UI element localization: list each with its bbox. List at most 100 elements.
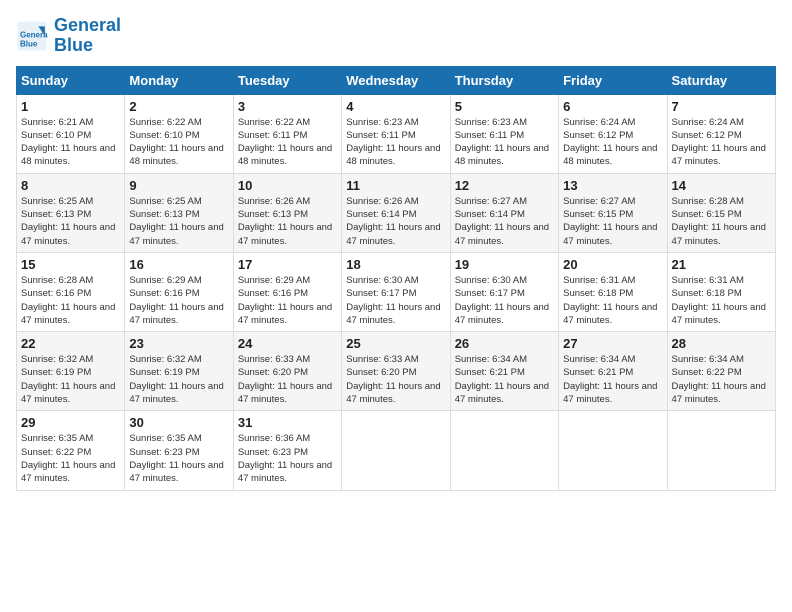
day-number: 15: [21, 257, 120, 272]
day-number: 18: [346, 257, 445, 272]
calendar-cell: 18 Sunrise: 6:30 AMSunset: 6:17 PMDaylig…: [342, 252, 450, 331]
calendar-cell: 6 Sunrise: 6:24 AMSunset: 6:12 PMDayligh…: [559, 94, 667, 173]
day-number: 22: [21, 336, 120, 351]
calendar-cell: 27 Sunrise: 6:34 AMSunset: 6:21 PMDaylig…: [559, 332, 667, 411]
calendar-cell: 13 Sunrise: 6:27 AMSunset: 6:15 PMDaylig…: [559, 173, 667, 252]
calendar-cell: 29 Sunrise: 6:35 AMSunset: 6:22 PMDaylig…: [17, 411, 125, 490]
day-info: Sunrise: 6:25 AMSunset: 6:13 PMDaylight:…: [21, 196, 115, 247]
calendar-cell: 7 Sunrise: 6:24 AMSunset: 6:12 PMDayligh…: [667, 94, 775, 173]
calendar-cell: 15 Sunrise: 6:28 AMSunset: 6:16 PMDaylig…: [17, 252, 125, 331]
day-number: 11: [346, 178, 445, 193]
day-number: 30: [129, 415, 228, 430]
calendar-table: SundayMondayTuesdayWednesdayThursdayFrid…: [16, 66, 776, 491]
weekday-header-wednesday: Wednesday: [342, 66, 450, 94]
calendar-week-row: 22 Sunrise: 6:32 AMSunset: 6:19 PMDaylig…: [17, 332, 776, 411]
calendar-cell: 16 Sunrise: 6:29 AMSunset: 6:16 PMDaylig…: [125, 252, 233, 331]
weekday-header-saturday: Saturday: [667, 66, 775, 94]
calendar-cell: 2 Sunrise: 6:22 AMSunset: 6:10 PMDayligh…: [125, 94, 233, 173]
day-info: Sunrise: 6:34 AMSunset: 6:21 PMDaylight:…: [563, 354, 657, 405]
calendar-cell: 8 Sunrise: 6:25 AMSunset: 6:13 PMDayligh…: [17, 173, 125, 252]
calendar-cell: 14 Sunrise: 6:28 AMSunset: 6:15 PMDaylig…: [667, 173, 775, 252]
calendar-cell: 11 Sunrise: 6:26 AMSunset: 6:14 PMDaylig…: [342, 173, 450, 252]
day-info: Sunrise: 6:26 AMSunset: 6:13 PMDaylight:…: [238, 196, 332, 247]
day-info: Sunrise: 6:31 AMSunset: 6:18 PMDaylight:…: [563, 275, 657, 326]
day-info: Sunrise: 6:29 AMSunset: 6:16 PMDaylight:…: [129, 275, 223, 326]
day-number: 19: [455, 257, 554, 272]
day-number: 13: [563, 178, 662, 193]
weekday-header-friday: Friday: [559, 66, 667, 94]
day-info: Sunrise: 6:25 AMSunset: 6:13 PMDaylight:…: [129, 196, 223, 247]
day-info: Sunrise: 6:33 AMSunset: 6:20 PMDaylight:…: [346, 354, 440, 405]
weekday-header-sunday: Sunday: [17, 66, 125, 94]
day-info: Sunrise: 6:35 AMSunset: 6:23 PMDaylight:…: [129, 433, 223, 484]
day-number: 21: [672, 257, 771, 272]
day-info: Sunrise: 6:34 AMSunset: 6:22 PMDaylight:…: [672, 354, 766, 405]
day-info: Sunrise: 6:22 AMSunset: 6:11 PMDaylight:…: [238, 117, 332, 168]
day-number: 24: [238, 336, 337, 351]
weekday-header-row: SundayMondayTuesdayWednesdayThursdayFrid…: [17, 66, 776, 94]
day-info: Sunrise: 6:26 AMSunset: 6:14 PMDaylight:…: [346, 196, 440, 247]
calendar-cell: 26 Sunrise: 6:34 AMSunset: 6:21 PMDaylig…: [450, 332, 558, 411]
calendar-week-row: 15 Sunrise: 6:28 AMSunset: 6:16 PMDaylig…: [17, 252, 776, 331]
day-number: 17: [238, 257, 337, 272]
day-number: 14: [672, 178, 771, 193]
calendar-week-row: 1 Sunrise: 6:21 AMSunset: 6:10 PMDayligh…: [17, 94, 776, 173]
logo: General Blue GeneralBlue: [16, 16, 121, 56]
calendar-cell: 3 Sunrise: 6:22 AMSunset: 6:11 PMDayligh…: [233, 94, 341, 173]
calendar-cell: 1 Sunrise: 6:21 AMSunset: 6:10 PMDayligh…: [17, 94, 125, 173]
calendar-cell: 23 Sunrise: 6:32 AMSunset: 6:19 PMDaylig…: [125, 332, 233, 411]
day-number: 16: [129, 257, 228, 272]
weekday-header-monday: Monday: [125, 66, 233, 94]
day-number: 3: [238, 99, 337, 114]
calendar-cell: 4 Sunrise: 6:23 AMSunset: 6:11 PMDayligh…: [342, 94, 450, 173]
day-info: Sunrise: 6:30 AMSunset: 6:17 PMDaylight:…: [455, 275, 549, 326]
calendar-cell: 19 Sunrise: 6:30 AMSunset: 6:17 PMDaylig…: [450, 252, 558, 331]
day-info: Sunrise: 6:36 AMSunset: 6:23 PMDaylight:…: [238, 433, 332, 484]
calendar-cell: [450, 411, 558, 490]
svg-text:Blue: Blue: [20, 39, 38, 48]
day-number: 10: [238, 178, 337, 193]
day-number: 2: [129, 99, 228, 114]
weekday-header-thursday: Thursday: [450, 66, 558, 94]
day-info: Sunrise: 6:34 AMSunset: 6:21 PMDaylight:…: [455, 354, 549, 405]
calendar-cell: 31 Sunrise: 6:36 AMSunset: 6:23 PMDaylig…: [233, 411, 341, 490]
calendar-cell: 10 Sunrise: 6:26 AMSunset: 6:13 PMDaylig…: [233, 173, 341, 252]
day-number: 27: [563, 336, 662, 351]
calendar-cell: 20 Sunrise: 6:31 AMSunset: 6:18 PMDaylig…: [559, 252, 667, 331]
calendar-cell: [559, 411, 667, 490]
page-container: General Blue GeneralBlue SundayMondayTue…: [0, 0, 792, 501]
calendar-cell: 12 Sunrise: 6:27 AMSunset: 6:14 PMDaylig…: [450, 173, 558, 252]
calendar-cell: 21 Sunrise: 6:31 AMSunset: 6:18 PMDaylig…: [667, 252, 775, 331]
day-number: 4: [346, 99, 445, 114]
day-info: Sunrise: 6:24 AMSunset: 6:12 PMDaylight:…: [563, 117, 657, 168]
day-number: 23: [129, 336, 228, 351]
calendar-cell: [342, 411, 450, 490]
day-info: Sunrise: 6:27 AMSunset: 6:15 PMDaylight:…: [563, 196, 657, 247]
calendar-cell: 22 Sunrise: 6:32 AMSunset: 6:19 PMDaylig…: [17, 332, 125, 411]
day-number: 29: [21, 415, 120, 430]
day-info: Sunrise: 6:23 AMSunset: 6:11 PMDaylight:…: [346, 117, 440, 168]
day-info: Sunrise: 6:23 AMSunset: 6:11 PMDaylight:…: [455, 117, 549, 168]
day-number: 1: [21, 99, 120, 114]
day-info: Sunrise: 6:21 AMSunset: 6:10 PMDaylight:…: [21, 117, 115, 168]
day-number: 7: [672, 99, 771, 114]
day-info: Sunrise: 6:30 AMSunset: 6:17 PMDaylight:…: [346, 275, 440, 326]
calendar-cell: [667, 411, 775, 490]
day-number: 25: [346, 336, 445, 351]
day-info: Sunrise: 6:22 AMSunset: 6:10 PMDaylight:…: [129, 117, 223, 168]
calendar-cell: 5 Sunrise: 6:23 AMSunset: 6:11 PMDayligh…: [450, 94, 558, 173]
weekday-header-tuesday: Tuesday: [233, 66, 341, 94]
day-info: Sunrise: 6:32 AMSunset: 6:19 PMDaylight:…: [129, 354, 223, 405]
calendar-cell: 17 Sunrise: 6:29 AMSunset: 6:16 PMDaylig…: [233, 252, 341, 331]
page-header: General Blue GeneralBlue: [16, 16, 776, 56]
calendar-cell: 30 Sunrise: 6:35 AMSunset: 6:23 PMDaylig…: [125, 411, 233, 490]
day-number: 8: [21, 178, 120, 193]
day-info: Sunrise: 6:24 AMSunset: 6:12 PMDaylight:…: [672, 117, 766, 168]
calendar-cell: 9 Sunrise: 6:25 AMSunset: 6:13 PMDayligh…: [125, 173, 233, 252]
day-info: Sunrise: 6:27 AMSunset: 6:14 PMDaylight:…: [455, 196, 549, 247]
logo-text: GeneralBlue: [54, 16, 121, 56]
day-info: Sunrise: 6:35 AMSunset: 6:22 PMDaylight:…: [21, 433, 115, 484]
logo-icon: General Blue: [16, 20, 48, 52]
calendar-cell: 24 Sunrise: 6:33 AMSunset: 6:20 PMDaylig…: [233, 332, 341, 411]
day-number: 26: [455, 336, 554, 351]
